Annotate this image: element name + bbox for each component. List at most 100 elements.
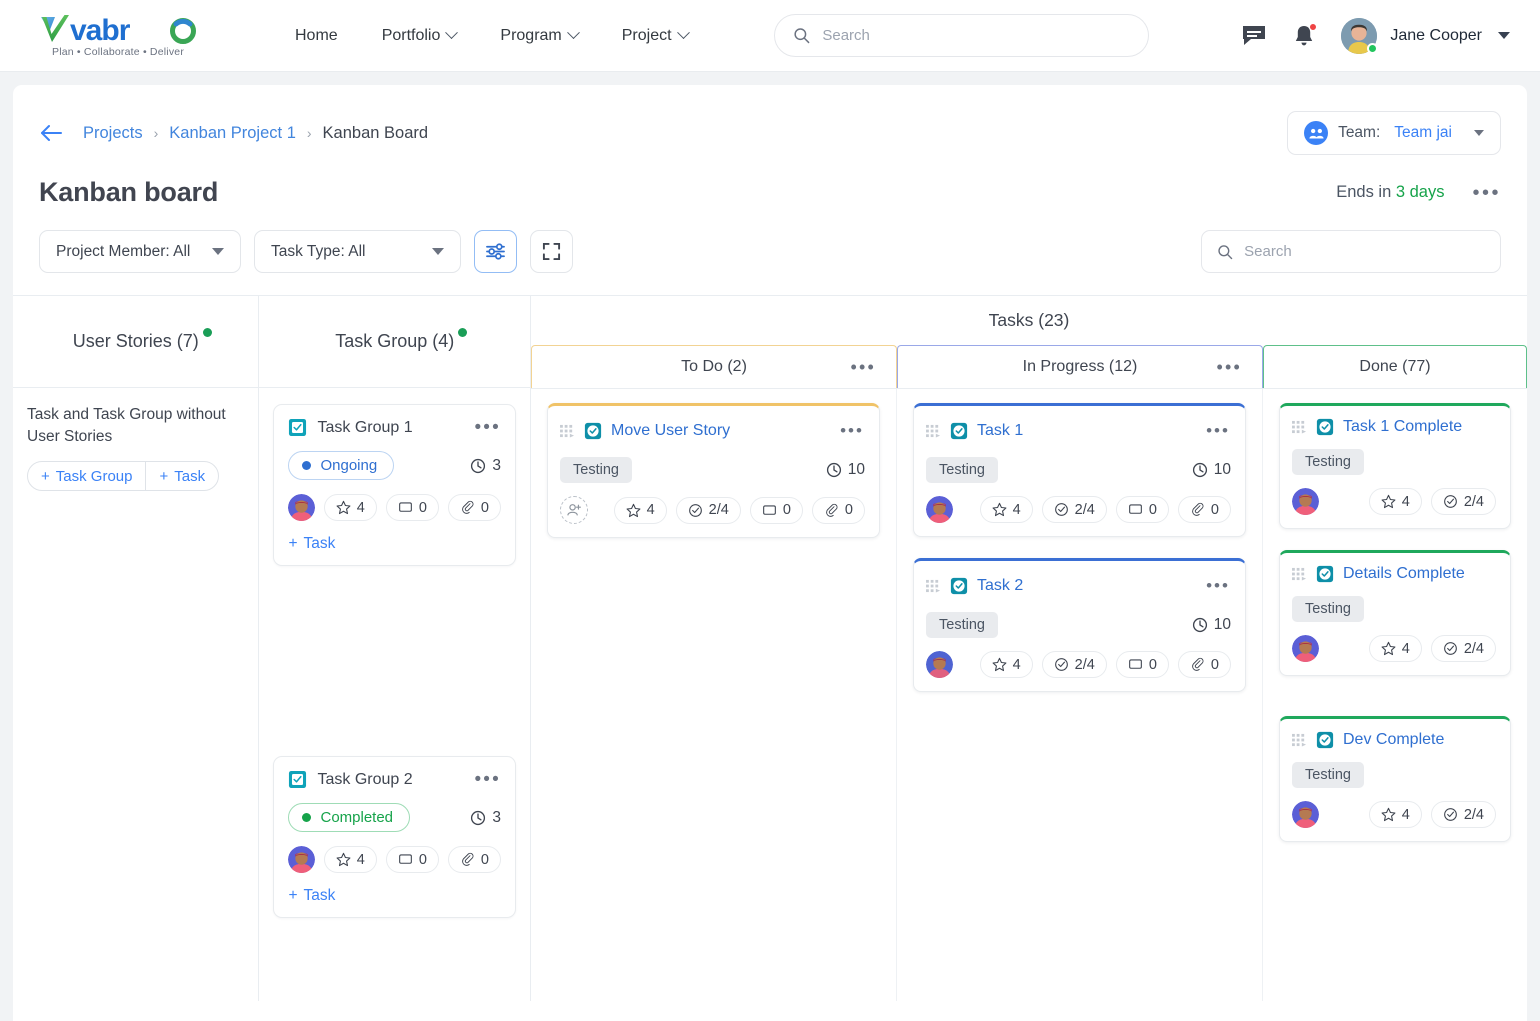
checklist-chip[interactable]: 2/4 — [1430, 801, 1496, 828]
comments-chip[interactable]: 0 — [1115, 496, 1169, 523]
comments-chip[interactable]: 0 — [385, 494, 439, 521]
task-card-title[interactable]: Task 1 — [977, 422, 1023, 440]
drag-handle-icon[interactable] — [926, 424, 941, 438]
column-title-user-stories: User Stories (7) — [72, 331, 199, 351]
priority-chip[interactable]: 4 — [1368, 635, 1422, 662]
priority-chip[interactable]: 4 — [613, 496, 667, 524]
board-options-button[interactable]: ••• — [1472, 183, 1501, 203]
assignee-avatar[interactable] — [1292, 488, 1319, 515]
status-badge[interactable]: Completed — [288, 803, 411, 832]
priority-chip[interactable]: 4 — [1368, 488, 1422, 515]
plus-icon: + — [288, 535, 298, 552]
comments-chip[interactable]: 0 — [385, 846, 439, 873]
checklist-chip[interactable]: 2/4 — [1041, 651, 1107, 678]
checklist-chip[interactable]: 2/4 — [1041, 496, 1107, 523]
task-card[interactable]: Task 1 ••• Testing 10 4 2/4 0 0 — [913, 403, 1246, 537]
notifications-bell[interactable] — [1293, 22, 1318, 48]
task-card-title[interactable]: Move User Story — [611, 422, 730, 440]
board-search-input[interactable] — [1244, 243, 1485, 260]
arrow-left-icon — [41, 125, 62, 141]
priority-chip[interactable]: 4 — [323, 494, 377, 521]
task-card[interactable]: Move User Story ••• Testing 10 4 2/4 0 0 — [547, 403, 880, 538]
vabro-logo[interactable]: vabr Plan • Collaborate • Deliver — [40, 14, 205, 58]
add-task-link[interactable]: + Task — [288, 535, 335, 553]
assignee-avatar[interactable] — [288, 494, 316, 521]
add-assignee-button[interactable] — [560, 496, 588, 524]
task-card-title[interactable]: Dev Complete — [1343, 731, 1444, 749]
task-card[interactable]: Dev Complete Testing 4 2/4 — [1279, 716, 1511, 842]
task-group-card[interactable]: Task Group 1 ••• Ongoing 3 4 0 0 + Task — [273, 404, 516, 566]
lane-header-done[interactable]: Done (77) — [1263, 345, 1527, 388]
lane-options-button-in-progress[interactable]: ••• — [1216, 358, 1242, 376]
priority-value: 4 — [1012, 501, 1021, 518]
nav-item-project[interactable]: Project — [600, 19, 710, 53]
user-menu[interactable]: Jane Cooper — [1341, 17, 1510, 54]
board-search-box[interactable] — [1201, 230, 1501, 273]
task-card-options-button[interactable]: ••• — [1205, 418, 1231, 444]
nav-item-program[interactable]: Program — [478, 19, 599, 53]
task-type-filter[interactable]: Task Type: All — [254, 230, 461, 273]
drag-handle-icon[interactable] — [1292, 420, 1307, 434]
attachments-chip[interactable]: 0 — [1177, 496, 1231, 523]
task-group-card[interactable]: Task Group 2 ••• Completed 3 4 0 0 + Tas… — [273, 756, 516, 918]
assignee-avatar[interactable] — [288, 846, 316, 873]
status-badge[interactable]: Ongoing — [288, 451, 395, 480]
assignee-avatar[interactable] — [926, 496, 953, 523]
checklist-chip[interactable]: 2/4 — [1430, 635, 1496, 662]
task-card[interactable]: Task 1 Complete Testing 4 2/4 — [1279, 403, 1511, 529]
task-card-title[interactable]: Task 1 Complete — [1343, 418, 1462, 436]
clock-icon — [471, 810, 486, 825]
paperclip-icon — [462, 500, 474, 514]
add-task-button[interactable]: + Task — [145, 462, 218, 491]
lane-header-todo[interactable]: To Do (2) ••• — [531, 345, 897, 388]
fullscreen-button[interactable] — [530, 230, 573, 273]
advanced-filter-button[interactable] — [474, 230, 517, 273]
assignee-avatar[interactable] — [1292, 801, 1319, 828]
breadcrumb-item-kanban-project-1[interactable]: Kanban Project 1 — [169, 124, 296, 143]
team-selector[interactable]: Team: Team jai — [1287, 111, 1501, 155]
attachments-chip[interactable]: 0 — [811, 496, 865, 524]
task-group-options-button[interactable]: ••• — [474, 418, 501, 437]
task-card-title[interactable]: Task 2 — [977, 577, 1023, 595]
task-card-title[interactable]: Details Complete — [1343, 565, 1465, 583]
add-task-group-button[interactable]: + Task Group — [28, 462, 145, 490]
attachments-chip[interactable]: 0 — [1177, 651, 1231, 678]
attachments-chip[interactable]: 0 — [447, 494, 501, 521]
breadcrumb-separator: › — [306, 125, 312, 141]
drag-handle-icon[interactable] — [1292, 567, 1307, 581]
checklist-chip[interactable]: 2/4 — [675, 496, 741, 524]
global-search-input[interactable] — [822, 27, 1130, 44]
lane-options-button-todo[interactable]: ••• — [850, 358, 876, 376]
lane-header-in-progress[interactable]: In Progress (12) ••• — [897, 345, 1263, 388]
add-task-link[interactable]: + Task — [288, 887, 335, 905]
priority-chip[interactable]: 4 — [323, 846, 377, 873]
priority-chip[interactable]: 4 — [979, 496, 1033, 523]
estimate-indicator: 10 — [1192, 616, 1231, 634]
task-card[interactable]: Details Complete Testing 4 2/4 — [1279, 550, 1511, 676]
page-title: Kanban board — [39, 177, 219, 207]
priority-chip[interactable]: 4 — [1368, 801, 1422, 828]
assignee-avatar[interactable] — [926, 651, 953, 678]
back-arrow-icon[interactable] — [39, 124, 63, 142]
drag-handle-icon[interactable] — [1292, 733, 1307, 747]
assignee-avatar[interactable] — [1292, 635, 1319, 662]
global-search-box[interactable] — [774, 14, 1149, 57]
task-card[interactable]: Task 2 ••• Testing 10 4 2/4 0 0 — [913, 558, 1246, 692]
breadcrumb-item-projects[interactable]: Projects — [83, 124, 143, 143]
column-header-user-stories: User Stories (7) — [13, 296, 259, 388]
checklist-chip[interactable]: 2/4 — [1430, 488, 1496, 515]
drag-handle-icon[interactable] — [560, 424, 575, 438]
priority-chip[interactable]: 4 — [979, 651, 1033, 678]
task-card-options-button[interactable]: ••• — [839, 418, 865, 444]
task-card-options-button[interactable]: ••• — [1205, 573, 1231, 599]
search-icon — [794, 28, 810, 44]
task-group-options-button[interactable]: ••• — [474, 770, 501, 789]
messages-icon[interactable] — [1241, 24, 1267, 48]
nav-item-home[interactable]: Home — [273, 19, 360, 53]
drag-handle-icon[interactable] — [926, 579, 941, 593]
project-member-filter[interactable]: Project Member: All — [39, 230, 241, 273]
comments-chip[interactable]: 0 — [1115, 651, 1169, 678]
attachments-chip[interactable]: 0 — [447, 846, 501, 873]
comments-chip[interactable]: 0 — [749, 496, 803, 524]
nav-item-portfolio[interactable]: Portfolio — [360, 19, 479, 53]
